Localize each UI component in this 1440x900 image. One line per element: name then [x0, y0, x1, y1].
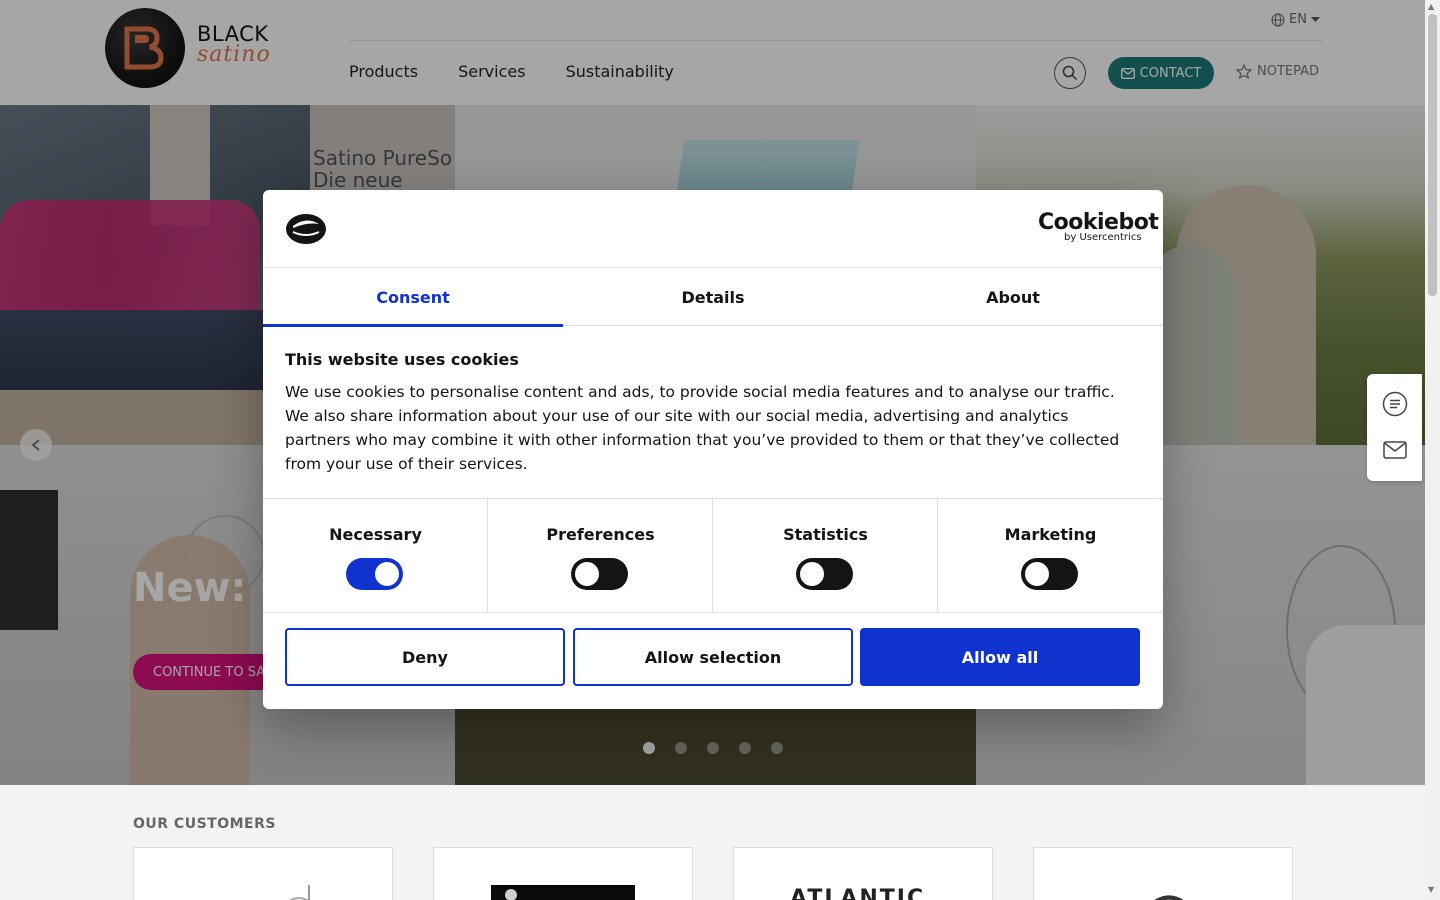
scroll-up-arrow-icon[interactable]: ▲ — [1428, 2, 1434, 11]
category-necessary: Necessary — [263, 499, 488, 613]
customer-card-2[interactable] — [433, 847, 693, 900]
customer-card-4[interactable] — [1033, 847, 1293, 900]
cookiebot-brand-sub: by Usercentrics — [1064, 232, 1142, 243]
category-label: Statistics — [783, 525, 868, 544]
toggle-knob — [800, 562, 824, 586]
cookie-site-logo-icon — [286, 214, 326, 244]
customer-card-3[interactable]: ATLANTIC — [733, 847, 993, 900]
customer-logo-4-icon — [1154, 895, 1184, 900]
toggle-knob — [575, 562, 599, 586]
category-marketing: Marketing — [938, 499, 1163, 613]
page-scrollbar[interactable]: ▲ ▼ — [1425, 0, 1440, 900]
dialog-heading: This website uses cookies — [285, 350, 519, 369]
scroll-thumb[interactable] — [1428, 14, 1437, 296]
category-label: Preferences — [546, 525, 655, 544]
customer-logo-1-icon — [289, 885, 310, 900]
tab-consent[interactable]: Consent — [263, 268, 563, 327]
category-label: Necessary — [329, 525, 422, 544]
customer-logo-3-text: ATLANTIC — [790, 886, 926, 900]
category-label: Marketing — [1004, 525, 1097, 544]
category-statistics: Statistics — [713, 499, 938, 613]
customers-section: OUR CUSTOMERS ATLANTIC — [0, 785, 1425, 900]
deny-button[interactable]: Deny — [285, 628, 565, 686]
category-preferences: Preferences — [488, 499, 713, 613]
toggle-knob — [375, 562, 399, 586]
notes-icon[interactable] — [1382, 391, 1408, 417]
dialog-header: Cookiebot by Usercentrics — [263, 190, 1163, 268]
tab-about[interactable]: About — [863, 268, 1163, 326]
scroll-down-arrow-icon[interactable]: ▼ — [1428, 885, 1434, 894]
customers-title: OUR CUSTOMERS — [133, 816, 276, 832]
allow-all-button[interactable]: Allow all — [860, 628, 1140, 686]
envelope-icon[interactable] — [1382, 437, 1408, 463]
dialog-description: We use cookies to personalise content an… — [285, 383, 1120, 473]
marketing-toggle[interactable] — [1021, 558, 1078, 590]
dialog-tabs: Consent Details About — [263, 268, 1163, 327]
allow-selection-button[interactable]: Allow selection — [573, 628, 853, 686]
cookie-consent-dialog: Cookiebot by Usercentrics Consent Detail… — [263, 190, 1163, 709]
toggle-knob — [1025, 562, 1049, 586]
statistics-toggle[interactable] — [796, 558, 853, 590]
consent-category-switches: Necessary Preferences Statistics Marketi… — [263, 498, 1163, 613]
preferences-toggle[interactable] — [571, 558, 628, 590]
side-quick-actions — [1367, 374, 1422, 481]
tab-details[interactable]: Details — [563, 268, 863, 326]
customer-logo-2-icon — [491, 885, 635, 900]
necessary-toggle[interactable] — [346, 558, 403, 590]
customer-card-1[interactable] — [133, 847, 393, 900]
